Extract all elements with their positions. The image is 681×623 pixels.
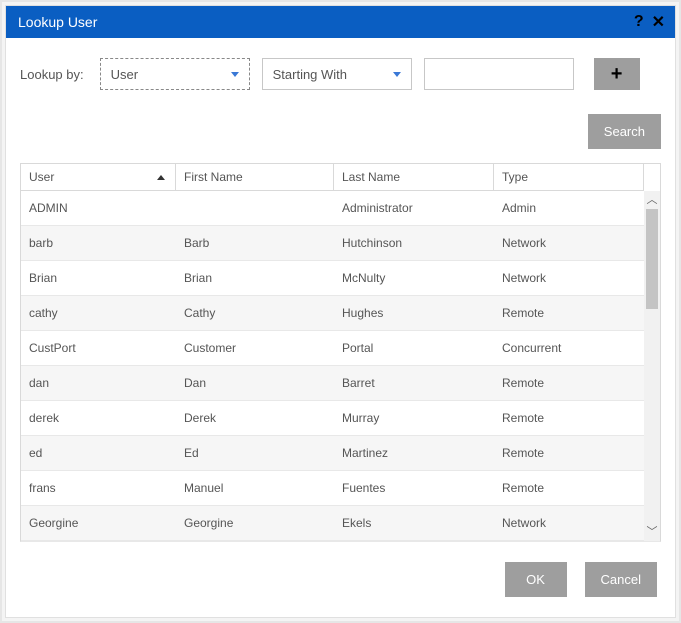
cell-type: Network — [494, 506, 644, 540]
search-button[interactable]: Search — [588, 114, 661, 149]
cell-last: Administrator — [334, 191, 494, 225]
plus-icon: + — [611, 64, 623, 84]
table-row[interactable]: BrianBrianMcNultyNetwork — [21, 261, 644, 296]
cell-user: cathy — [21, 296, 176, 330]
lookup-mode-value: Starting With — [273, 67, 393, 82]
chevron-down-icon — [231, 72, 239, 77]
column-header-type[interactable]: Type — [494, 164, 644, 191]
lookup-user-dialog: Lookup User ? ✕ Lookup by: User Starting… — [5, 5, 676, 618]
cell-last: Martinez — [334, 436, 494, 470]
table-row[interactable]: derekDerekMurrayRemote — [21, 401, 644, 436]
table-row[interactable]: edEdMartinezRemote — [21, 436, 644, 471]
cell-user: dan — [21, 366, 176, 400]
column-header-first-name[interactable]: First Name — [176, 164, 334, 191]
cell-first: Derek — [176, 401, 334, 435]
cell-first — [176, 191, 334, 225]
cell-type: Admin — [494, 191, 644, 225]
chevron-down-icon — [393, 72, 401, 77]
dialog-footer: OK Cancel — [20, 542, 661, 603]
column-header-last-name[interactable]: Last Name — [334, 164, 494, 191]
table-row[interactable]: CustPortCustomerPortalConcurrent — [21, 331, 644, 366]
lookup-value-input[interactable] — [424, 58, 574, 90]
cell-first: Barb — [176, 226, 334, 260]
table-row[interactable]: barbBarbHutchinsonNetwork — [21, 226, 644, 261]
cell-first: Dan — [176, 366, 334, 400]
cell-last: Hughes — [334, 296, 494, 330]
lookup-mode-select[interactable]: Starting With — [262, 58, 412, 90]
cell-first: Ed — [176, 436, 334, 470]
dialog-title: Lookup User — [18, 14, 626, 30]
sort-asc-icon — [157, 175, 165, 180]
table-row[interactable]: ADMIN AdministratorAdmin — [21, 191, 644, 226]
cell-type: Remote — [494, 366, 644, 400]
cell-type: Remote — [494, 436, 644, 470]
cell-first: Manuel — [176, 471, 334, 505]
cell-user: derek — [21, 401, 176, 435]
cell-user: Brian — [21, 261, 176, 295]
scroll-down-icon[interactable]: ﹀ — [644, 523, 660, 541]
table-row[interactable]: cathyCathyHughesRemote — [21, 296, 644, 331]
table-row[interactable]: fransManuelFuentesRemote — [21, 471, 644, 506]
cell-type: Network — [494, 261, 644, 295]
cell-first: Brian — [176, 261, 334, 295]
cell-type: Concurrent — [494, 331, 644, 365]
cell-last: Fuentes — [334, 471, 494, 505]
cell-last: Ekels — [334, 506, 494, 540]
vertical-scrollbar[interactable]: ︿ ﹀ — [644, 191, 660, 541]
table-header: User First Name Last Name Type — [21, 164, 660, 191]
cell-type: Network — [494, 226, 644, 260]
cell-type: Remote — [494, 401, 644, 435]
results-table: User First Name Last Name Type ADMIN Admi… — [20, 163, 661, 542]
table-row[interactable]: GeorgineGeorgineEkelsNetwork — [21, 506, 644, 541]
cell-user: ADMIN — [21, 191, 176, 225]
cell-first: Customer — [176, 331, 334, 365]
close-icon[interactable]: ✕ — [652, 12, 665, 32]
cell-user: barb — [21, 226, 176, 260]
filter-row: Lookup by: User Starting With + — [20, 58, 661, 90]
cell-last: Portal — [334, 331, 494, 365]
table-row[interactable]: danDanBarretRemote — [21, 366, 644, 401]
column-header-user[interactable]: User — [21, 164, 176, 191]
cell-last: Barret — [334, 366, 494, 400]
ok-button[interactable]: OK — [505, 562, 567, 597]
scroll-track[interactable] — [644, 209, 660, 523]
cell-user: CustPort — [21, 331, 176, 365]
add-filter-button[interactable]: + — [594, 58, 640, 90]
cell-type: Remote — [494, 296, 644, 330]
cell-type: Remote — [494, 471, 644, 505]
scroll-up-icon[interactable]: ︿ — [644, 191, 660, 209]
cell-first: Cathy — [176, 296, 334, 330]
cell-user: ed — [21, 436, 176, 470]
cell-last: McNulty — [334, 261, 494, 295]
titlebar: Lookup User ? ✕ — [6, 6, 675, 38]
lookup-field-value: User — [111, 67, 231, 82]
help-icon[interactable]: ? — [634, 13, 644, 31]
lookup-field-select[interactable]: User — [100, 58, 250, 90]
cell-last: Hutchinson — [334, 226, 494, 260]
lookup-by-label: Lookup by: — [20, 67, 84, 82]
cell-last: Murray — [334, 401, 494, 435]
cancel-button[interactable]: Cancel — [585, 562, 657, 597]
cell-user: Georgine — [21, 506, 176, 540]
cell-first: Georgine — [176, 506, 334, 540]
scroll-thumb[interactable] — [646, 209, 658, 309]
cell-user: frans — [21, 471, 176, 505]
